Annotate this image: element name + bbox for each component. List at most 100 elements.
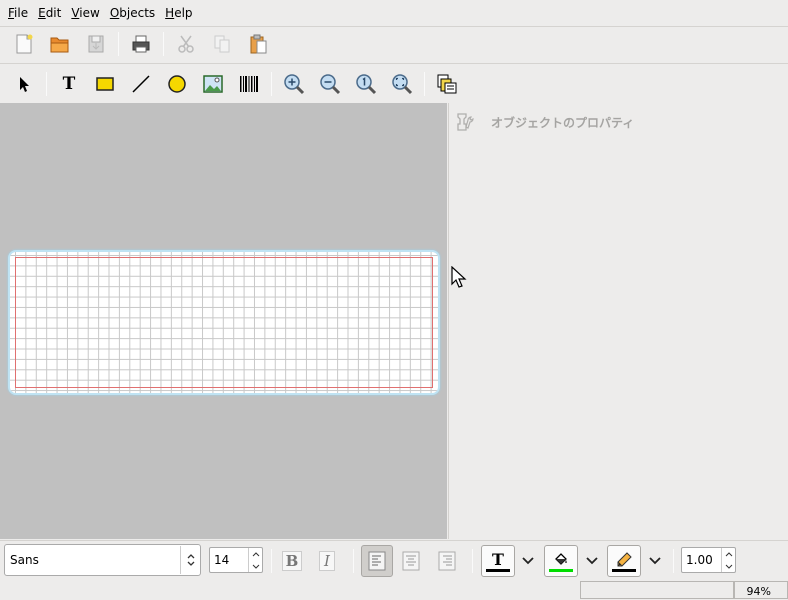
menu-edit[interactable]: Edit (33, 0, 66, 26)
properties-title: オブジェクトのプロパティ (491, 115, 635, 130)
line-width-spinner[interactable]: 1.00 (681, 547, 736, 573)
toolbar-separator (271, 549, 272, 573)
merge-properties-button[interactable] (434, 71, 460, 97)
toolbar-separator (46, 72, 47, 96)
align-center-button[interactable] (395, 545, 427, 577)
merge-properties-icon (437, 74, 457, 94)
status-cursor-cell (580, 581, 734, 599)
cut-button[interactable] (173, 31, 199, 57)
toolbar-separator (271, 72, 272, 96)
line-tool-icon (132, 75, 150, 93)
spinner-arrows-icon[interactable] (248, 548, 262, 572)
cut-icon (178, 35, 194, 53)
ellipse-tool-button[interactable] (164, 71, 190, 97)
zoom-fit-icon (392, 74, 413, 95)
wrench-icon (457, 113, 474, 131)
barcode-tool-icon (240, 76, 258, 92)
fill-color-swatch (549, 568, 573, 572)
paste-icon (250, 34, 267, 54)
font-family-value: Sans (10, 553, 39, 567)
print-button[interactable] (128, 31, 154, 57)
label-margin-outline (15, 257, 433, 388)
select-tool-button[interactable] (11, 71, 37, 97)
italic-icon: I (319, 551, 335, 571)
pencil-icon (617, 551, 632, 566)
image-tool-icon (203, 75, 223, 93)
objects-toolbar: T (0, 66, 788, 102)
image-tool-button[interactable] (200, 71, 226, 97)
paste-button[interactable] (245, 31, 271, 57)
align-right-button[interactable] (431, 545, 463, 577)
box-tool-icon (96, 77, 114, 91)
toolbar-separator (118, 32, 119, 56)
save-icon (88, 35, 104, 53)
font-size-value: 14 (214, 553, 230, 567)
zoom-out-icon (320, 74, 341, 95)
copy-button[interactable] (209, 31, 235, 57)
zoom-in-icon (284, 74, 305, 95)
arrow-select-icon (20, 77, 29, 92)
toolbar-separator (353, 549, 354, 573)
updown-chevron-icon (180, 546, 200, 574)
new-file-icon (16, 34, 33, 54)
status-zoom-cell: 94% (734, 581, 788, 599)
align-left-icon (368, 551, 386, 571)
print-icon (132, 35, 150, 53)
toolbar-divider (0, 63, 788, 64)
bold-button[interactable]: B (276, 545, 308, 577)
ellipse-tool-icon (168, 75, 186, 93)
line-width-value: 1.00 (686, 553, 713, 567)
zoom-1to1-icon (356, 74, 377, 95)
save-button[interactable] (83, 31, 109, 57)
font-family-select[interactable]: Sans (4, 544, 201, 576)
text-color-icon: T (492, 549, 504, 569)
line-color-dropdown[interactable] (645, 551, 665, 571)
toolbar-separator (424, 72, 425, 96)
status-bar: 94% (0, 580, 788, 600)
open-folder-icon (50, 37, 69, 53)
spinner-arrows-icon[interactable] (721, 548, 735, 572)
fill-color-button[interactable] (544, 545, 578, 577)
main-toolbar (0, 27, 788, 61)
chevron-down-icon (586, 557, 598, 565)
text-color-dropdown[interactable] (518, 551, 538, 571)
menu-view[interactable]: View (66, 0, 104, 26)
menu-file[interactable]: File (3, 0, 33, 26)
line-tool-button[interactable] (128, 71, 154, 97)
menu-bar: File Edit View Objects Help (0, 0, 788, 26)
zoom-fit-button[interactable] (389, 71, 415, 97)
zoom-out-button[interactable] (317, 71, 343, 97)
fill-color-dropdown[interactable] (582, 551, 602, 571)
italic-button[interactable]: I (311, 545, 343, 577)
bold-icon: B (281, 551, 303, 571)
box-tool-button[interactable] (92, 71, 118, 97)
format-toolbar: Sans 14 B I T 1.00 (0, 540, 788, 580)
barcode-tool-button[interactable] (236, 71, 262, 97)
align-left-button[interactable] (361, 545, 393, 577)
text-tool-icon: T (62, 74, 76, 94)
label-page[interactable] (8, 250, 440, 395)
label-canvas[interactable] (0, 103, 447, 539)
text-tool-button[interactable]: T (56, 71, 82, 97)
zoom-1to1-button[interactable] (353, 71, 379, 97)
line-color-swatch (612, 568, 636, 572)
zoom-in-button[interactable] (281, 71, 307, 97)
line-color-button[interactable] (607, 545, 641, 577)
mouse-cursor-icon (451, 266, 467, 288)
toolbar-separator (673, 549, 674, 573)
toolbar-separator (472, 549, 473, 573)
text-color-button[interactable]: T (481, 545, 515, 577)
menu-objects[interactable]: Objects (105, 0, 160, 26)
new-button[interactable] (11, 31, 37, 57)
chevron-down-icon (522, 557, 534, 565)
align-right-icon (438, 551, 456, 571)
open-button[interactable] (47, 31, 73, 57)
text-color-swatch (486, 568, 510, 572)
align-center-icon (402, 551, 420, 571)
toolbar-separator (163, 32, 164, 56)
chevron-down-icon (649, 557, 661, 565)
font-size-spinner[interactable]: 14 (209, 547, 263, 573)
paint-bucket-icon (555, 552, 567, 565)
menu-help[interactable]: Help (160, 0, 197, 26)
copy-icon (214, 35, 230, 53)
